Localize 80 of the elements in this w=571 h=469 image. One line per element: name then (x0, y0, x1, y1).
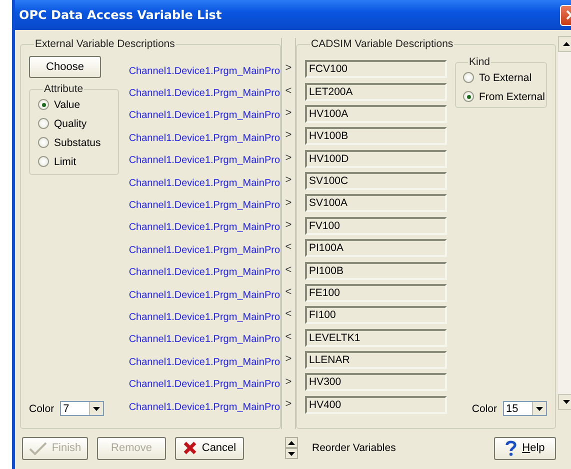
variable-link[interactable]: Channel1.Device1.Prgm_MainPro (120, 356, 280, 368)
direction-arrow: > (284, 218, 293, 233)
color-dropdown[interactable]: 15 (503, 401, 547, 416)
color-dropdown[interactable]: 7 (60, 401, 104, 416)
direction-arrow: > (284, 128, 293, 144)
group-title: External Variable Descriptions (34, 38, 176, 50)
variable-field[interactable]: SV100C (305, 172, 447, 190)
scroll-up-icon[interactable] (558, 36, 571, 52)
radio-button[interactable] (38, 118, 49, 129)
radio-label: Limit (54, 156, 76, 168)
radio-button[interactable] (463, 91, 474, 102)
direction-arrow: < (284, 285, 293, 300)
direction-arrow: > (284, 150, 293, 166)
direction-arrow: > (284, 374, 293, 390)
variable-link[interactable]: Channel1.Device1.Prgm_MainPro (120, 267, 280, 278)
direction-arrow: < (284, 307, 293, 322)
close-icon (182, 441, 197, 455)
question-icon (505, 440, 518, 456)
variable-field[interactable]: PI100A (305, 239, 447, 258)
direction-arrow: > (284, 196, 293, 211)
direction-arrow: < (284, 84, 293, 99)
radio-button[interactable] (38, 137, 49, 148)
direction-arrow: > (284, 173, 293, 188)
scroll-down-icon[interactable] (558, 394, 571, 410)
variable-field[interactable]: LET200A (305, 82, 447, 101)
direction-arrow: < (284, 240, 293, 256)
variable-field[interactable]: HV100D (305, 150, 447, 168)
direction-arrow: > (284, 61, 293, 76)
direction-arrow: > (284, 106, 293, 121)
direction-arrow: < (284, 262, 293, 278)
variable-link[interactable]: Channel1.Device1.Prgm_MainPro (120, 402, 280, 413)
variable-link[interactable]: Channel1.Device1.Prgm_MainPro (120, 290, 280, 301)
variable-link[interactable]: Channel1.Device1.Prgm_MainPro (120, 66, 280, 77)
variable-link[interactable]: Channel1.Device1.Prgm_MainPro (120, 334, 280, 346)
choose-button[interactable]: Choose (29, 56, 101, 78)
variable-link[interactable]: Channel1.Device1.Prgm_MainPro (120, 110, 280, 122)
variable-field[interactable]: FV100 (305, 216, 447, 235)
cancel-button[interactable]: Cancel (175, 436, 244, 460)
variable-link[interactable]: Channel1.Device1.Prgm_MainPro (120, 155, 280, 166)
color-label: Color (29, 402, 54, 414)
variable-field[interactable]: PI100B (305, 262, 447, 280)
variable-field[interactable]: HV100B (305, 127, 447, 146)
radio-label: Substatus (54, 136, 101, 148)
variable-field[interactable]: LEVELTK1 (305, 328, 447, 347)
variable-field[interactable]: LLENAR (305, 351, 447, 370)
variable-link[interactable]: Channel1.Device1.Prgm_MainPro (120, 379, 280, 390)
variable-link[interactable]: Channel1.Device1.Prgm_MainPro (120, 88, 280, 100)
check-icon (28, 442, 47, 454)
radio-button[interactable] (463, 72, 474, 83)
radio-button[interactable] (38, 99, 49, 110)
color-label: Color (472, 402, 497, 414)
group-title: Attribute (43, 83, 84, 95)
direction-arrow: > (284, 397, 293, 412)
variable-link[interactable]: Channel1.Device1.Prgm_MainPro (120, 200, 280, 212)
variable-field[interactable]: FCV100 (305, 60, 447, 78)
variable-link[interactable]: Channel1.Device1.Prgm_MainPro (120, 244, 280, 256)
radio-label: Quality (54, 118, 87, 130)
radio-label: Value (54, 98, 80, 110)
variable-field[interactable]: HV400 (305, 396, 447, 414)
scrollbar[interactable] (558, 36, 571, 410)
group-title: Kind (468, 56, 492, 68)
variable-field[interactable]: HV100A (305, 104, 447, 123)
group-title: CADSIM Variable Descriptions (310, 38, 454, 50)
variable-field[interactable]: FE100 (305, 284, 447, 302)
variable-link[interactable]: Channel1.Device1.Prgm_MainPro (120, 132, 280, 144)
direction-arrow: < (284, 330, 293, 345)
help-button[interactable]: Help (494, 436, 556, 460)
radio-label: From External (479, 90, 545, 102)
variable-field[interactable]: SV100A (305, 194, 447, 212)
radio-label: To External (479, 72, 532, 84)
reorder-label: Reorder Variables (312, 442, 396, 454)
variable-field[interactable]: FI100 (305, 306, 447, 324)
variable-link[interactable]: Channel1.Device1.Prgm_MainPro (120, 178, 280, 189)
variable-link[interactable]: Channel1.Device1.Prgm_MainPro (120, 312, 280, 323)
variable-field[interactable]: HV300 (305, 373, 447, 392)
direction-arrow: > (284, 352, 293, 368)
variable-link[interactable]: Channel1.Device1.Prgm_MainPro (120, 222, 280, 234)
radio-button[interactable] (38, 156, 49, 167)
window-title: OPC Data Access Variable List (19, 8, 223, 22)
reorder-spinner[interactable] (285, 437, 298, 459)
